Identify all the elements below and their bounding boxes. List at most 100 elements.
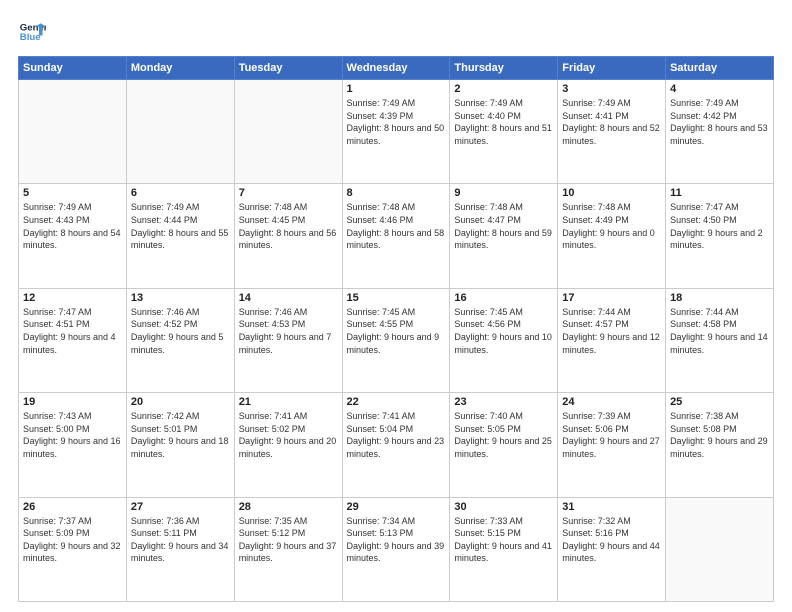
day-info: Sunrise: 7:41 AM Sunset: 5:04 PM Dayligh… xyxy=(347,410,446,460)
weekday-header-monday: Monday xyxy=(126,57,234,80)
day-number: 19 xyxy=(23,396,122,408)
weekday-header-sunday: Sunday xyxy=(19,57,127,80)
day-number: 28 xyxy=(239,501,338,513)
calendar-cell xyxy=(126,80,234,184)
calendar-cell: 19 Sunrise: 7:43 AM Sunset: 5:00 PM Dayli… xyxy=(19,393,127,497)
calendar-cell: 15 Sunrise: 7:45 AM Sunset: 4:55 PM Dayli… xyxy=(342,288,450,392)
calendar-cell: 29Sunrise: 7:34 AM Sunset: 5:13 PM Dayli… xyxy=(342,497,450,601)
calendar-cell: 20Sunrise: 7:42 AM Sunset: 5:01 PM Dayli… xyxy=(126,393,234,497)
day-number: 15 xyxy=(347,292,446,304)
day-number: 13 xyxy=(131,292,230,304)
calendar-cell: 7 Sunrise: 7:48 AM Sunset: 4:45 PM Daylig… xyxy=(234,184,342,288)
calendar-week-2: 5 Sunrise: 7:49 AM Sunset: 4:43 PM Daylig… xyxy=(19,184,774,288)
day-info: Sunrise: 7:37 AM Sunset: 5:09 PM Dayligh… xyxy=(23,515,122,565)
day-number: 7 xyxy=(239,187,338,199)
calendar-cell: 16Sunrise: 7:45 AM Sunset: 4:56 PM Dayli… xyxy=(450,288,558,392)
calendar-cell: 6 Sunrise: 7:49 AM Sunset: 4:44 PM Daylig… xyxy=(126,184,234,288)
day-number: 3 xyxy=(562,83,661,95)
calendar-cell: 23 Sunrise: 7:40 AM Sunset: 5:05 PM Dayli… xyxy=(450,393,558,497)
calendar-cell: 17 Sunrise: 7:44 AM Sunset: 4:57 PM Dayli… xyxy=(558,288,666,392)
day-info: Sunrise: 7:49 AM Sunset: 4:43 PM Dayligh… xyxy=(23,201,122,251)
calendar-cell: 11 Sunrise: 7:47 AM Sunset: 4:50 PM Dayli… xyxy=(666,184,774,288)
calendar-cell: 28 Sunrise: 7:35 AM Sunset: 5:12 PM Dayli… xyxy=(234,497,342,601)
day-info: Sunrise: 7:49 AM Sunset: 4:44 PM Dayligh… xyxy=(131,201,230,251)
day-number: 21 xyxy=(239,396,338,408)
day-info: Sunrise: 7:33 AM Sunset: 5:15 PM Dayligh… xyxy=(454,515,553,565)
day-info: Sunrise: 7:46 AM Sunset: 4:53 PM Dayligh… xyxy=(239,306,338,356)
weekday-header-friday: Friday xyxy=(558,57,666,80)
day-number: 11 xyxy=(670,187,769,199)
day-info: Sunrise: 7:38 AM Sunset: 5:08 PM Dayligh… xyxy=(670,410,769,460)
calendar-cell: 5 Sunrise: 7:49 AM Sunset: 4:43 PM Daylig… xyxy=(19,184,127,288)
day-number: 29 xyxy=(347,501,446,513)
day-number: 17 xyxy=(562,292,661,304)
day-info: Sunrise: 7:48 AM Sunset: 4:46 PM Dayligh… xyxy=(347,201,446,251)
day-number: 9 xyxy=(454,187,553,199)
day-number: 25 xyxy=(670,396,769,408)
day-number: 18 xyxy=(670,292,769,304)
day-number: 31 xyxy=(562,501,661,513)
svg-text:Blue: Blue xyxy=(20,32,41,43)
calendar-cell: 13 Sunrise: 7:46 AM Sunset: 4:52 PM Dayli… xyxy=(126,288,234,392)
calendar-week-3: 12 Sunrise: 7:47 AM Sunset: 4:51 PM Dayli… xyxy=(19,288,774,392)
day-info: Sunrise: 7:47 AM Sunset: 4:51 PM Dayligh… xyxy=(23,306,122,356)
day-info: Sunrise: 7:49 AM Sunset: 4:40 PM Dayligh… xyxy=(454,97,553,147)
day-number: 1 xyxy=(347,83,446,95)
day-info: Sunrise: 7:44 AM Sunset: 4:57 PM Dayligh… xyxy=(562,306,661,356)
calendar-cell xyxy=(666,497,774,601)
day-info: Sunrise: 7:32 AM Sunset: 5:16 PM Dayligh… xyxy=(562,515,661,565)
calendar-cell xyxy=(234,80,342,184)
calendar-table: SundayMondayTuesdayWednesdayThursdayFrid… xyxy=(18,56,774,602)
weekday-header-row: SundayMondayTuesdayWednesdayThursdayFrid… xyxy=(19,57,774,80)
calendar-cell: 18 Sunrise: 7:44 AM Sunset: 4:58 PM Dayli… xyxy=(666,288,774,392)
day-number: 30 xyxy=(454,501,553,513)
day-info: Sunrise: 7:48 AM Sunset: 4:45 PM Dayligh… xyxy=(239,201,338,251)
day-number: 6 xyxy=(131,187,230,199)
day-info: Sunrise: 7:35 AM Sunset: 5:12 PM Dayligh… xyxy=(239,515,338,565)
day-number: 4 xyxy=(670,83,769,95)
calendar-cell: 2 Sunrise: 7:49 AM Sunset: 4:40 PM Daylig… xyxy=(450,80,558,184)
day-number: 14 xyxy=(239,292,338,304)
calendar-cell xyxy=(19,80,127,184)
day-number: 26 xyxy=(23,501,122,513)
calendar-cell: 22Sunrise: 7:41 AM Sunset: 5:04 PM Dayli… xyxy=(342,393,450,497)
day-info: Sunrise: 7:39 AM Sunset: 5:06 PM Dayligh… xyxy=(562,410,661,460)
logo-icon: General Blue xyxy=(18,18,46,46)
weekday-header-tuesday: Tuesday xyxy=(234,57,342,80)
day-info: Sunrise: 7:44 AM Sunset: 4:58 PM Dayligh… xyxy=(670,306,769,356)
day-info: Sunrise: 7:40 AM Sunset: 5:05 PM Dayligh… xyxy=(454,410,553,460)
day-number: 27 xyxy=(131,501,230,513)
calendar-week-1: 1 Sunrise: 7:49 AM Sunset: 4:39 PM Daylig… xyxy=(19,80,774,184)
calendar-cell: 30 Sunrise: 7:33 AM Sunset: 5:15 PM Dayli… xyxy=(450,497,558,601)
calendar-cell: 8 Sunrise: 7:48 AM Sunset: 4:46 PM Daylig… xyxy=(342,184,450,288)
day-number: 10 xyxy=(562,187,661,199)
calendar-cell: 24Sunrise: 7:39 AM Sunset: 5:06 PM Dayli… xyxy=(558,393,666,497)
calendar-cell: 12 Sunrise: 7:47 AM Sunset: 4:51 PM Dayli… xyxy=(19,288,127,392)
day-info: Sunrise: 7:48 AM Sunset: 4:49 PM Dayligh… xyxy=(562,201,661,251)
calendar-cell: 26 Sunrise: 7:37 AM Sunset: 5:09 PM Dayli… xyxy=(19,497,127,601)
calendar-cell: 14 Sunrise: 7:46 AM Sunset: 4:53 PM Dayli… xyxy=(234,288,342,392)
weekday-header-wednesday: Wednesday xyxy=(342,57,450,80)
calendar-week-4: 19 Sunrise: 7:43 AM Sunset: 5:00 PM Dayli… xyxy=(19,393,774,497)
day-number: 5 xyxy=(23,187,122,199)
calendar-cell: 1 Sunrise: 7:49 AM Sunset: 4:39 PM Daylig… xyxy=(342,80,450,184)
calendar-cell: 3Sunrise: 7:49 AM Sunset: 4:41 PM Daylig… xyxy=(558,80,666,184)
day-number: 12 xyxy=(23,292,122,304)
day-info: Sunrise: 7:36 AM Sunset: 5:11 PM Dayligh… xyxy=(131,515,230,565)
calendar-cell: 27 Sunrise: 7:36 AM Sunset: 5:11 PM Dayli… xyxy=(126,497,234,601)
day-info: Sunrise: 7:48 AM Sunset: 4:47 PM Dayligh… xyxy=(454,201,553,251)
calendar-page: General Blue SundayMondayTuesdayWednesda… xyxy=(0,0,792,612)
day-number: 20 xyxy=(131,396,230,408)
day-info: Sunrise: 7:43 AM Sunset: 5:00 PM Dayligh… xyxy=(23,410,122,460)
calendar-cell: 31 Sunrise: 7:32 AM Sunset: 5:16 PM Dayli… xyxy=(558,497,666,601)
day-info: Sunrise: 7:45 AM Sunset: 4:55 PM Dayligh… xyxy=(347,306,446,356)
calendar-cell: 25 Sunrise: 7:38 AM Sunset: 5:08 PM Dayli… xyxy=(666,393,774,497)
weekday-header-thursday: Thursday xyxy=(450,57,558,80)
day-info: Sunrise: 7:46 AM Sunset: 4:52 PM Dayligh… xyxy=(131,306,230,356)
calendar-cell: 10 Sunrise: 7:48 AM Sunset: 4:49 PM Dayli… xyxy=(558,184,666,288)
day-number: 23 xyxy=(454,396,553,408)
day-number: 2 xyxy=(454,83,553,95)
day-info: Sunrise: 7:49 AM Sunset: 4:39 PM Dayligh… xyxy=(347,97,446,147)
day-number: 8 xyxy=(347,187,446,199)
day-info: Sunrise: 7:47 AM Sunset: 4:50 PM Dayligh… xyxy=(670,201,769,251)
